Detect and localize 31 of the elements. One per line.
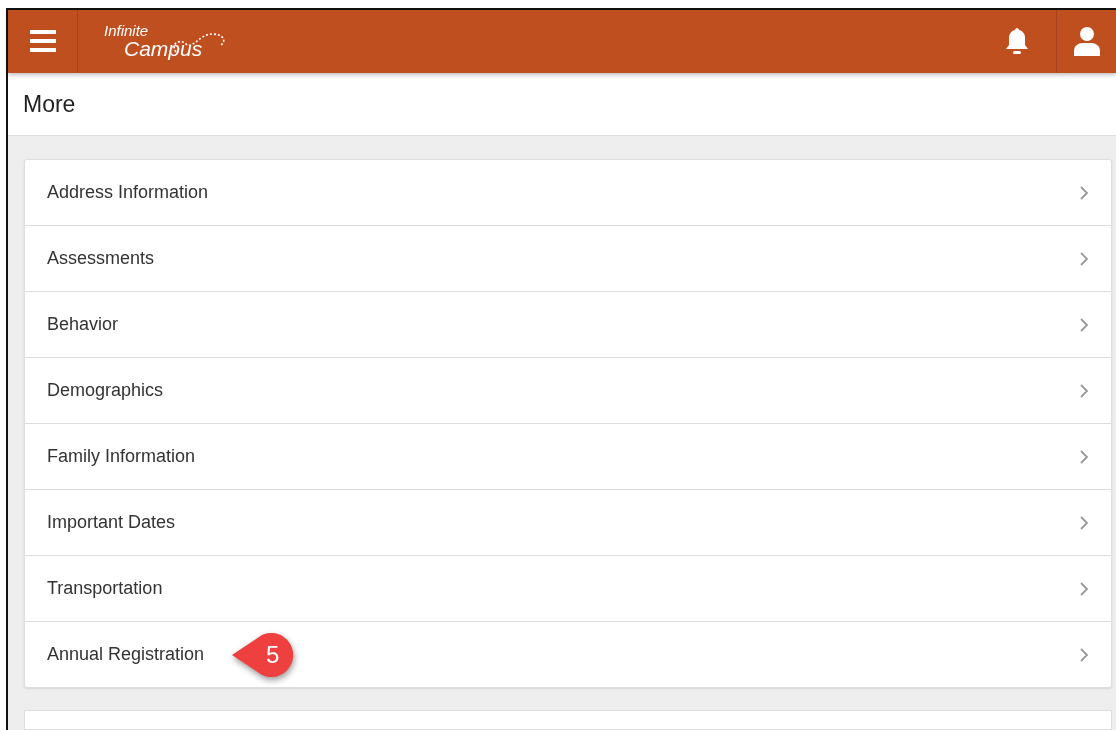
user-icon — [1072, 26, 1101, 57]
menu-item-label: Behavior — [47, 314, 119, 336]
chevron-right-icon — [1079, 184, 1089, 201]
menu-item[interactable]: Address Information — [25, 160, 1111, 226]
chevron-right-icon — [1079, 382, 1089, 399]
menu-item[interactable]: Annual Registration 5 — [25, 621, 1111, 688]
menu-item-label: Family Information — [47, 446, 196, 468]
menu-item[interactable]: Demographics — [25, 357, 1111, 424]
menu-item-label: Address Information — [47, 182, 209, 204]
chevron-right-icon — [1079, 514, 1089, 531]
menu-item-label: Transportation — [47, 578, 163, 600]
logo-text: Campus — [124, 38, 203, 60]
menu-item[interactable]: Important Dates — [25, 489, 1111, 556]
menu-item-label: Assessments — [47, 248, 155, 270]
menu-item[interactable]: Family Information — [25, 423, 1111, 490]
menu-item[interactable]: Transportation — [25, 555, 1111, 622]
chevron-right-icon — [1079, 448, 1089, 465]
chevron-right-icon — [1079, 580, 1089, 597]
chevron-right-icon — [1079, 316, 1089, 333]
menu-item-label: Annual Registration — [47, 644, 205, 666]
menu-item[interactable]: Assessments — [25, 225, 1111, 292]
menu-icon — [29, 30, 56, 53]
menu-item-label: Demographics — [47, 380, 164, 402]
logo-text: Infinite — [104, 23, 150, 39]
menu-item-label: Important Dates — [47, 512, 176, 534]
page-title: More — [23, 90, 76, 118]
chevron-right-icon — [1079, 250, 1089, 267]
bell-icon — [1004, 26, 1030, 57]
chevron-right-icon — [1079, 646, 1089, 663]
menu-item[interactable]: Behavior — [25, 291, 1111, 358]
callout-number: 5 — [266, 640, 280, 669]
